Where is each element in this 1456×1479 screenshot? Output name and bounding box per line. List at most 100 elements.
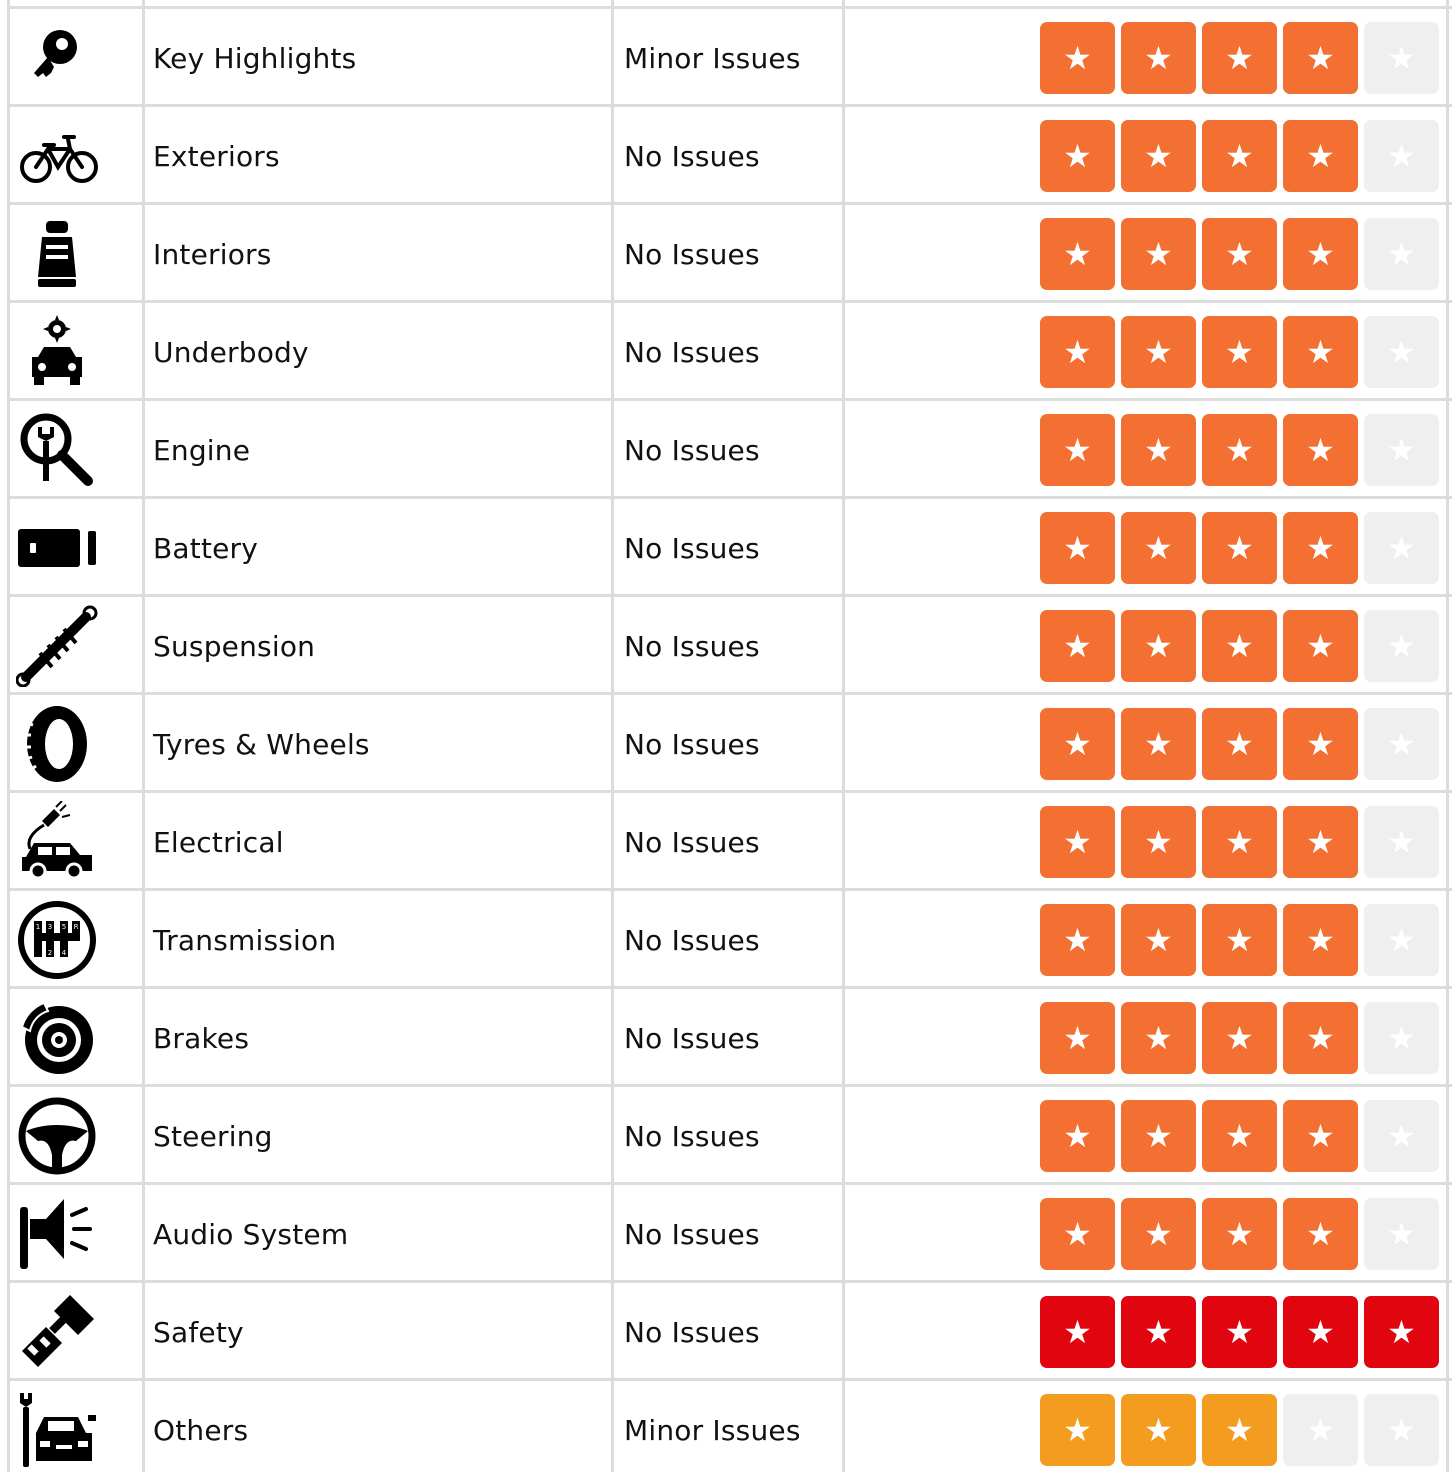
icon-cell: [10, 9, 143, 107]
star-filled: ★: [1202, 806, 1277, 878]
star-rating: ★ ★ ★ ★ ★: [1040, 891, 1439, 989]
star-filled: ★: [1040, 316, 1115, 388]
status-text: No Issues: [624, 531, 760, 565]
star-filled: ★: [1202, 512, 1277, 584]
star-filled: ★: [1202, 904, 1277, 976]
icon-cell: [10, 1283, 143, 1381]
icon-cell: [10, 1185, 143, 1283]
star-empty: ★: [1364, 22, 1439, 94]
star-empty: ★: [1364, 316, 1439, 388]
star-rating: ★ ★ ★ ★ ★: [1040, 9, 1439, 107]
grid-line: [7, 0, 10, 1472]
star-empty: ★: [1364, 512, 1439, 584]
star-filled: ★: [1283, 610, 1358, 682]
star-filled: ★: [1283, 806, 1358, 878]
table-row: Exteriors No Issues ★ ★ ★ ★ ★: [0, 107, 1456, 205]
brake-disc-icon: [16, 997, 98, 1079]
star-filled: ★: [1040, 708, 1115, 780]
icon-cell: [10, 499, 143, 597]
star-filled: ★: [1202, 1394, 1277, 1466]
icon-cell: [10, 303, 143, 401]
table-row: Brakes No Issues ★ ★ ★ ★ ★: [0, 989, 1456, 1087]
table-row: Battery No Issues ★ ★ ★ ★ ★: [0, 499, 1456, 597]
category-label: Underbody: [153, 335, 309, 369]
star-filled: ★: [1121, 1100, 1196, 1172]
svg-text:5: 5: [62, 923, 66, 931]
grid-line: [611, 0, 614, 1472]
grid-line: [842, 0, 845, 1472]
status-text: No Issues: [624, 1119, 760, 1153]
star-rating: ★ ★ ★ ★ ★: [1040, 401, 1439, 499]
table-row: Engine No Issues ★ ★ ★ ★ ★: [0, 401, 1456, 499]
star-filled: ★: [1283, 904, 1358, 976]
star-filled: ★: [1121, 414, 1196, 486]
status-text: No Issues: [624, 727, 760, 761]
star-filled: ★: [1283, 1002, 1358, 1074]
star-empty: ★: [1283, 1394, 1358, 1466]
star-rating: ★ ★ ★ ★ ★: [1040, 303, 1439, 401]
table-row: Tyres & Wheels No Issues ★ ★ ★ ★ ★: [0, 695, 1456, 793]
star-filled: ★: [1121, 708, 1196, 780]
star-rating: ★ ★ ★ ★ ★: [1040, 1087, 1439, 1185]
gear-shift-icon: 13 5R 2 4: [16, 899, 98, 981]
star-filled: ★: [1283, 1296, 1358, 1368]
status-text: No Issues: [624, 335, 760, 369]
grid-line: [142, 0, 145, 1472]
tyre-icon: [16, 703, 98, 785]
star-filled: ★: [1040, 414, 1115, 486]
star-filled: ★: [1040, 218, 1115, 290]
star-filled: ★: [1040, 610, 1115, 682]
icon-cell: [10, 401, 143, 499]
category-label: Others: [153, 1413, 249, 1447]
star-filled: ★: [1202, 1198, 1277, 1270]
star-filled: ★: [1040, 806, 1115, 878]
star-filled: ★: [1283, 218, 1358, 290]
star-empty: ★: [1364, 904, 1439, 976]
star-filled: ★: [1040, 1198, 1115, 1270]
star-filled: ★: [1202, 708, 1277, 780]
star-rating: ★ ★ ★ ★ ★: [1040, 1283, 1439, 1381]
icon-cell: [10, 107, 143, 205]
inspection-report-table: Key Highlights Minor Issues ★ ★ ★ ★ ★ Exteriors…: [0, 0, 1456, 1472]
star-filled: ★: [1040, 1100, 1115, 1172]
category-label: Safety: [153, 1315, 244, 1349]
star-filled: ★: [1283, 512, 1358, 584]
status-text: No Issues: [624, 139, 760, 173]
icon-cell: [10, 1087, 143, 1185]
category-label: Battery: [153, 531, 259, 565]
star-filled: ★: [1040, 1002, 1115, 1074]
category-label: Interiors: [153, 237, 272, 271]
star-filled: ★: [1283, 414, 1358, 486]
star-rating: ★ ★ ★ ★ ★: [1040, 989, 1439, 1087]
icon-cell: [10, 695, 143, 793]
status-text: No Issues: [624, 825, 760, 859]
star-filled: ★: [1202, 316, 1277, 388]
category-label: Steering: [153, 1119, 273, 1153]
car-seat-icon: [16, 213, 98, 295]
star-filled: ★: [1040, 22, 1115, 94]
star-filled: ★: [1202, 610, 1277, 682]
star-filled: ★: [1202, 1100, 1277, 1172]
table-row: Underbody No Issues ★ ★ ★ ★ ★: [0, 303, 1456, 401]
icon-cell: 13 5R 2 4: [10, 891, 143, 989]
svg-text:R: R: [74, 923, 79, 931]
table-row: Suspension No Issues ★ ★ ★ ★ ★: [0, 597, 1456, 695]
star-filled: ★: [1121, 1002, 1196, 1074]
star-filled: ★: [1040, 1296, 1115, 1368]
star-empty: ★: [1364, 1100, 1439, 1172]
table-row: Audio System No Issues ★ ★ ★ ★ ★: [0, 1185, 1456, 1283]
star-filled: ★: [1121, 316, 1196, 388]
car-gear-icon: [16, 311, 98, 393]
star-filled: ★: [1364, 1296, 1439, 1368]
status-text: No Issues: [624, 433, 760, 467]
category-label: Tyres & Wheels: [153, 727, 370, 761]
star-filled: ★: [1040, 120, 1115, 192]
table-row: Steering No Issues ★ ★ ★ ★ ★: [0, 1087, 1456, 1185]
star-filled: ★: [1121, 610, 1196, 682]
star-filled: ★: [1202, 218, 1277, 290]
star-filled: ★: [1121, 1296, 1196, 1368]
grid-line: [1446, 0, 1449, 1472]
icon-cell: [10, 597, 143, 695]
category-label: Transmission: [153, 923, 337, 957]
star-rating: ★ ★ ★ ★ ★: [1040, 107, 1439, 205]
